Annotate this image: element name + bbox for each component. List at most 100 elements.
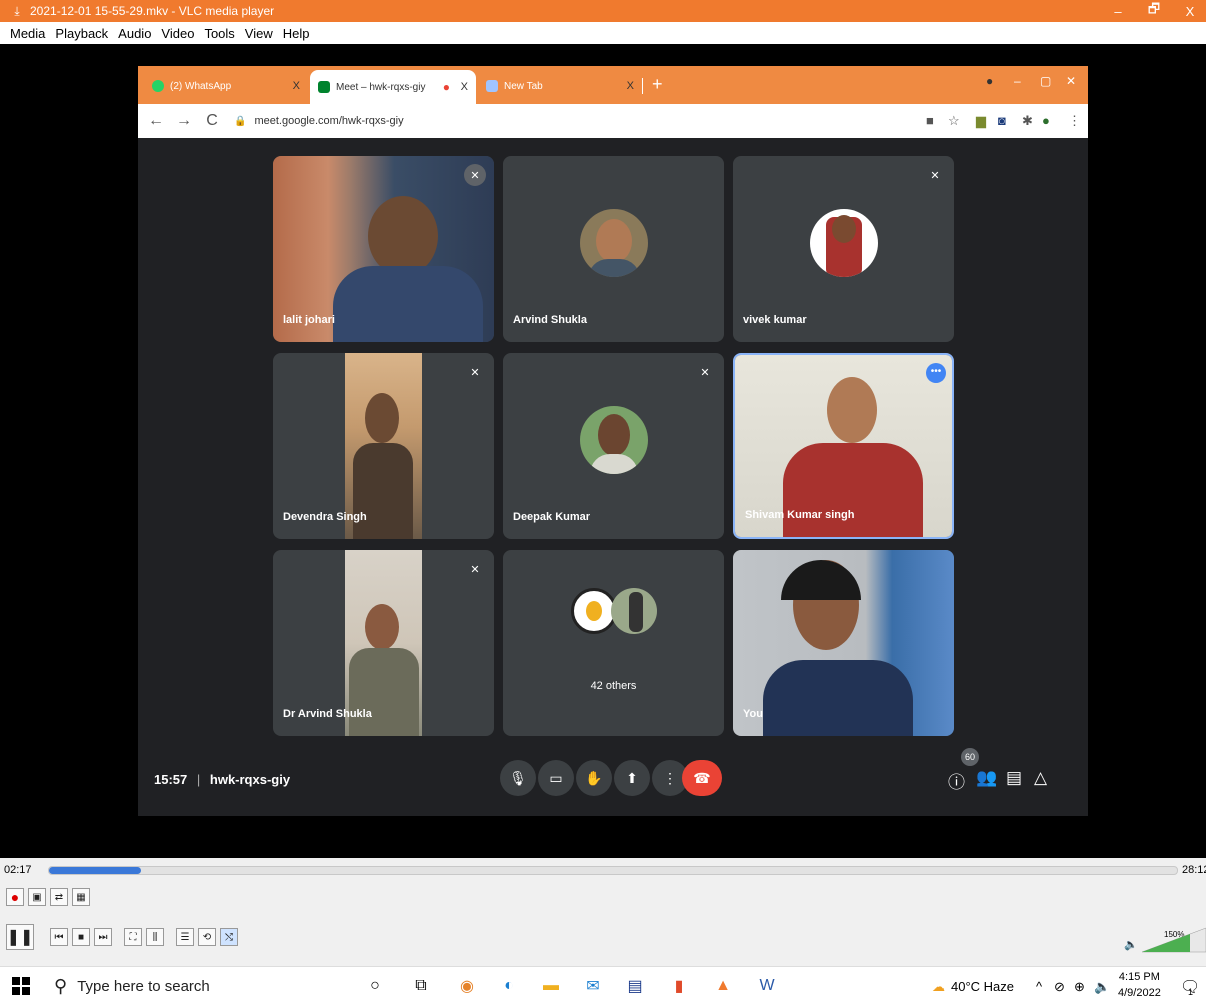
present-button[interactable]: ⬆ [614, 760, 650, 796]
chrome-icon[interactable]: ◉ [456, 975, 478, 997]
word-icon[interactable]: W [756, 975, 778, 997]
profile-avatar-icon[interactable]: ● [1042, 113, 1050, 128]
menu-video[interactable]: Video [161, 26, 194, 41]
menu-tools[interactable]: Tools [204, 26, 234, 41]
office-icon[interactable]: ▮ [668, 975, 690, 997]
participant-tile-deepak[interactable]: ✕ Deepak Kumar [503, 353, 724, 539]
participant-tile-devendra[interactable]: ✕ Devendra Singh [273, 353, 494, 539]
person-body [763, 660, 913, 736]
forward-button[interactable]: → [174, 112, 194, 130]
menu-audio[interactable]: Audio [118, 26, 151, 41]
stop-button[interactable]: ■ [72, 928, 90, 946]
more-vert-icon: ⋮ [663, 769, 677, 786]
volume-icon[interactable]: 🔈 [1094, 967, 1110, 1005]
mic-muted-icon: ✕ [464, 164, 486, 186]
more-options-button[interactable]: ••• [926, 363, 946, 383]
menu-view[interactable]: View [245, 26, 273, 41]
menu-help[interactable]: Help [283, 26, 310, 41]
url-field[interactable]: meet.google.com/hwk-rqxs-giy [254, 115, 403, 127]
video-canvas[interactable]: (2) WhatsApp X Meet – hwk-rqxs-giy ● X N… [0, 44, 1206, 858]
weather-widget[interactable]: ☁ 40°C Haze [932, 967, 1014, 1005]
search-icon: ⚲ [54, 976, 68, 996]
taskbar-search[interactable]: ⚲ Type here to search [54, 967, 210, 1005]
seek-bar[interactable] [48, 866, 1178, 875]
profile-icon[interactable]: ● [986, 74, 993, 88]
network-icon[interactable]: ⊕ [1074, 967, 1085, 1005]
vlc-icon[interactable]: ▲ [712, 975, 734, 997]
loop-button[interactable]: ⟲ [198, 928, 216, 946]
new-tab-button[interactable]: + [652, 74, 663, 95]
tab-close-icon[interactable]: X [293, 80, 300, 92]
extended-settings-button[interactable]: ⫼ [146, 928, 164, 946]
tab-new-tab[interactable]: New Tab X [478, 72, 642, 100]
participant-tile-lalit[interactable]: ✕ lalit johari [273, 156, 494, 342]
maximize-button[interactable]: 🗗 [1136, 0, 1172, 22]
shuffle-button[interactable]: ⤭ [220, 928, 238, 946]
fullscreen-button[interactable]: ⛶ [124, 928, 142, 946]
store-icon[interactable]: ▤ [624, 975, 646, 997]
volume-slider[interactable] [1130, 924, 1206, 954]
weather-text: 40°C Haze [951, 979, 1015, 994]
microphone-button[interactable]: 🎙 [500, 760, 536, 796]
file-explorer-icon[interactable]: ▬ [540, 975, 562, 997]
cortana-icon[interactable]: ○ [364, 975, 386, 997]
extension-icon[interactable]: ▆ [976, 113, 986, 129]
extension-icon[interactable]: ◙ [998, 113, 1006, 128]
download-icon: ⤓ [14, 3, 20, 18]
mic-muted-icon: ✕ [700, 366, 710, 379]
task-view-icon[interactable]: ⧉ [410, 975, 432, 997]
seek-progress [49, 867, 142, 874]
previous-button[interactable]: ⏮ [50, 928, 68, 946]
tab-whatsapp[interactable]: (2) WhatsApp X [144, 72, 308, 100]
person-body [333, 266, 483, 342]
tab-close-icon[interactable]: X [461, 81, 468, 93]
sync-off-icon[interactable]: ⊘ [1054, 967, 1065, 1005]
notification-center-icon[interactable]: 🗨 [1180, 967, 1200, 1005]
pause-button[interactable]: ❚❚ [6, 924, 34, 950]
bookmark-star-icon[interactable]: ☆ [948, 113, 960, 129]
participant-tile-dr-arvind[interactable]: ✕ Dr Arvind Shukla [273, 550, 494, 736]
camera-icon[interactable]: ■ [926, 113, 934, 128]
menu-playback[interactable]: Playback [55, 26, 108, 41]
tab-close-icon[interactable]: X [627, 80, 634, 92]
frame-step-button[interactable]: ▦ [72, 888, 90, 906]
participant-tile-shivam[interactable]: ••• Shivam Kumar singh [733, 353, 954, 539]
record-button[interactable]: ● [6, 888, 24, 906]
end-call-button[interactable]: ☎ [682, 760, 722, 796]
chat-icon[interactable]: ▤ [1006, 768, 1022, 788]
raise-hand-button[interactable]: ✋ [576, 760, 612, 796]
participant-tile-vivek[interactable]: ✕ vivek kumar [733, 156, 954, 342]
loop-ab-button[interactable]: ⇄ [50, 888, 68, 906]
time-elapsed: 02:17 [4, 864, 32, 876]
next-button[interactable]: ⏭ [94, 928, 112, 946]
chrome-maximize-icon[interactable]: ▢ [1040, 74, 1051, 88]
minimize-button[interactable]: – [1100, 0, 1136, 22]
taskbar-clock[interactable]: 4:15 PM 4/9/2022 [1118, 969, 1161, 1001]
show-hidden-icons-icon[interactable]: ^ [1036, 967, 1042, 1005]
camera-button[interactable]: ▭ [538, 760, 574, 796]
menu-media[interactable]: Media [10, 26, 45, 41]
whatsapp-icon [152, 80, 164, 92]
tab-meet[interactable]: Meet – hwk-rqxs-giy ● X [310, 70, 476, 104]
participant-name: Shivam Kumar singh [745, 509, 855, 521]
extensions-puzzle-icon[interactable]: ✱ [1022, 113, 1033, 129]
mail-icon[interactable]: ✉ [582, 975, 604, 997]
participant-tile-others[interactable]: 42 others [503, 550, 724, 736]
chrome-menu-icon[interactable]: ⋮ [1068, 113, 1081, 129]
playlist-button[interactable]: ☰ [176, 928, 194, 946]
snapshot-button[interactable]: ▣ [28, 888, 46, 906]
activities-icon[interactable]: △ [1034, 768, 1047, 788]
chrome-minimize-icon[interactable]: – [1014, 74, 1021, 88]
info-icon[interactable]: ⓘ [948, 768, 965, 793]
reload-button[interactable]: C [202, 112, 222, 130]
windows-start-icon[interactable] [12, 977, 30, 995]
people-icon[interactable]: 👥 [976, 768, 997, 788]
close-button[interactable]: X [1172, 0, 1206, 22]
participant-tile-you[interactable]: You [733, 550, 954, 736]
back-button[interactable]: ← [146, 112, 166, 130]
participant-tile-arvind[interactable]: Arvind Shukla [503, 156, 724, 342]
chrome-close-icon[interactable]: ✕ [1066, 74, 1076, 88]
edge-icon[interactable]: ◐ [498, 975, 520, 997]
weather-icon: ☁ [932, 978, 945, 994]
avatar [611, 588, 657, 634]
